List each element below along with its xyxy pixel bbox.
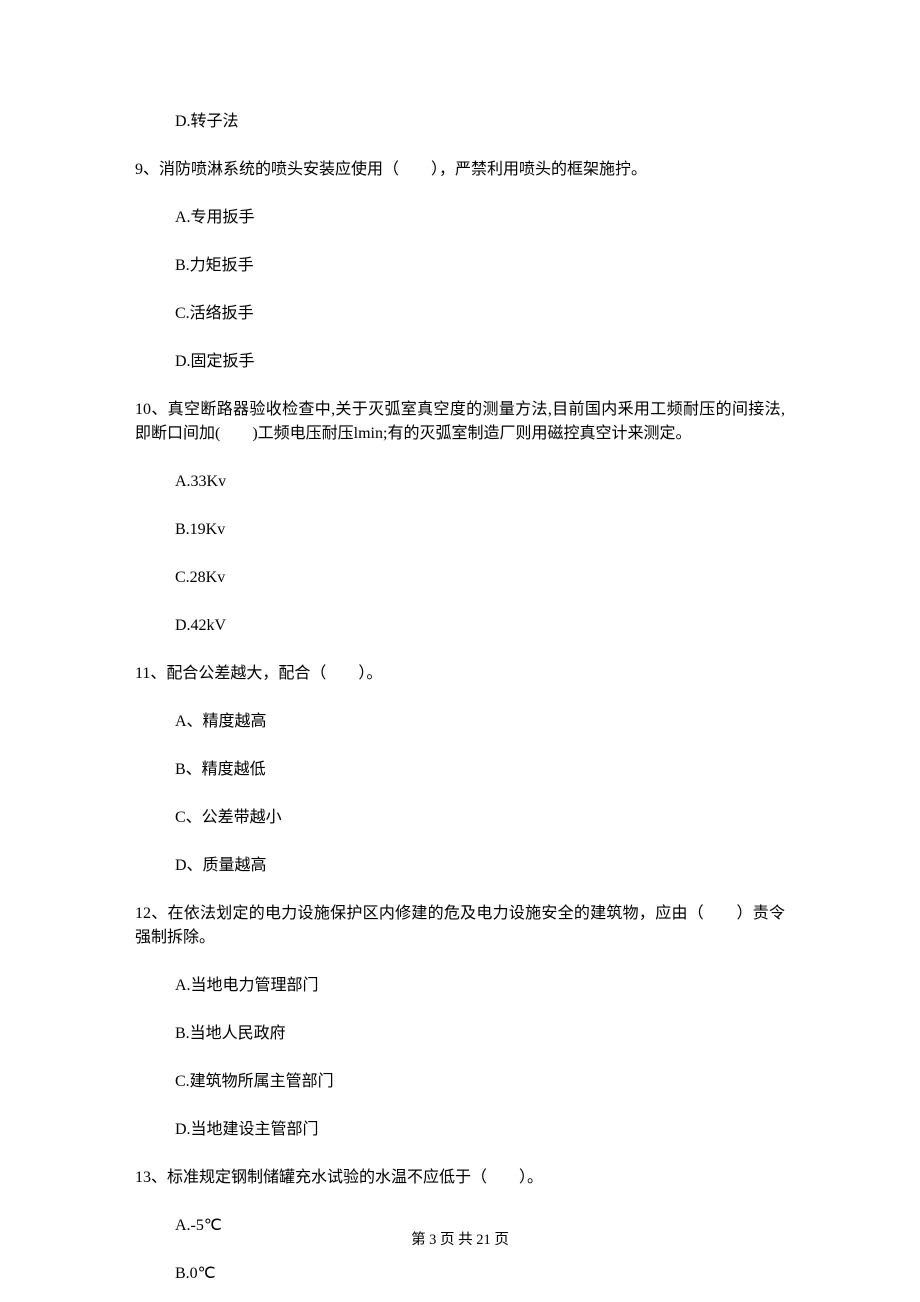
q11-option-b: B、精度越低 (175, 758, 785, 782)
q10-option-d: D.42kV (175, 614, 785, 638)
q10-option-c: C.28Kv (175, 566, 785, 590)
q10-option-a: A.33Kv (175, 470, 785, 494)
q13-option-b: B.0℃ (175, 1262, 785, 1286)
q12-stem: 12、在依法划定的电力设施保护区内修建的危及电力设施安全的建筑物，应由（ ）责令… (135, 902, 785, 950)
q12-option-a: A.当地电力管理部门 (175, 974, 785, 998)
q11-option-d: D、质量越高 (175, 854, 785, 878)
document-page: D.转子法 9、消防喷淋系统的喷头安装应使用（ ），严禁利用喷头的框架施拧。 A… (0, 0, 920, 1302)
q11-option-c: C、公差带越小 (175, 806, 785, 830)
page-footer: 第 3 页 共 21 页 (0, 1230, 920, 1252)
q9-option-a: A.专用扳手 (175, 206, 785, 230)
q9-option-b: B.力矩扳手 (175, 254, 785, 278)
q9-option-c: C.活络扳手 (175, 302, 785, 326)
q10-option-b: B.19Kv (175, 518, 785, 542)
q13-stem: 13、标准规定钢制储罐充水试验的水温不应低于（ ）。 (135, 1166, 785, 1190)
q10-stem: 10、真空断路器验收检查中,关于灭弧室真空度的测量方法,目前国内釆用工频耐压的间… (135, 398, 785, 446)
q12-option-c: C.建筑物所属主管部门 (175, 1070, 785, 1094)
q12-option-b: B.当地人民政府 (175, 1022, 785, 1046)
q9-option-d: D.固定扳手 (175, 350, 785, 374)
q12-option-d: D.当地建设主管部门 (175, 1118, 785, 1142)
q11-stem: 11、配合公差越大，配合（ ）。 (135, 662, 785, 686)
q9-stem: 9、消防喷淋系统的喷头安装应使用（ ），严禁利用喷头的框架施拧。 (135, 158, 785, 182)
q8-option-d: D.转子法 (175, 110, 785, 134)
q11-option-a: A、精度越高 (175, 710, 785, 734)
